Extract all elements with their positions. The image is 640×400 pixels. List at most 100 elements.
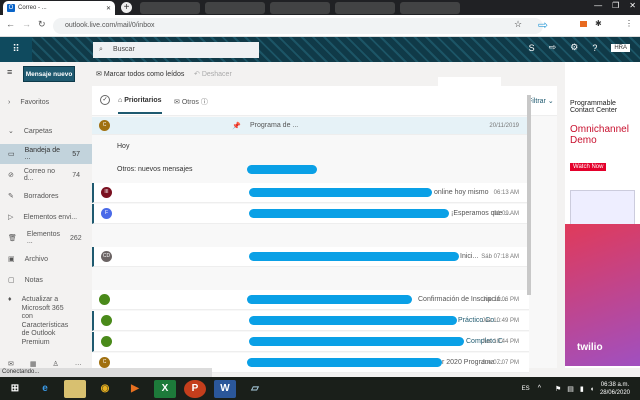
sidebar-item-drafts[interactable]: ✎ Borradores [0,186,92,206]
filter-button[interactable]: Filtrar ⌄ [528,97,554,105]
pin-icon[interactable]: 📌 [232,122,241,130]
item-label: Archivo [24,255,48,263]
minimize-icon[interactable]: — [594,1,602,10]
tab-focused[interactable]: ⌂ Prioritarios [118,97,162,114]
sidebar-item-junk[interactable]: ⊘ Correo no d... 74 [0,165,92,185]
upgrade-link[interactable]: ♦ Actualizar a Microsoft 365 con Caracter… [8,296,77,347]
back-icon[interactable]: ← [6,19,15,29]
start-icon[interactable]: ⊞ [4,380,26,398]
message-list: ✓ ⌂ Prioritarios ✉ Otros ⓘ Filtrar ⌄ C 📌… [92,86,557,373]
message-row[interactable]: Completo C Jue 10:44 PM [92,332,529,352]
star-icon[interactable]: ☆ [514,19,522,30]
browser-tab[interactable]: O Correo - ... ✕ [3,1,115,15]
other-new-messages-link[interactable]: Otros: nuevos mensajes [117,166,192,173]
send-icon: ▷ [8,214,14,221]
sidebar-item-notes[interactable]: ▢ Notas [0,270,92,290]
message-row[interactable]: CD Inici... Sáb 07:18 AM [92,247,529,267]
message-row[interactable]: III online hoy mismo 06:13 AM [92,183,529,203]
advertisement[interactable]: Programmable Contact Center Omnichannel … [565,62,640,368]
restore-icon[interactable]: ❐ [612,1,619,10]
app-launcher-icon[interactable]: ⠿ [0,37,32,62]
close-tab-icon[interactable]: ✕ [106,5,111,12]
forward-icon[interactable]: → [22,19,31,29]
message-row[interactable]: Confirmación de Inscripció... Jue 11:06 P… [92,290,529,310]
chevron-down-icon: ⌄ [8,128,14,135]
new-tab-button[interactable]: + [121,2,132,13]
message-row[interactable]: F ¡Esperamos que ... 01:09 AM [92,204,529,224]
pinned-message-row[interactable]: C 📌 Programa de ... 20/11/2019 [92,117,529,135]
skype-icon[interactable]: S [529,43,535,53]
ie-icon[interactable]: e [34,380,56,398]
calendar-icon[interactable]: ▦ [30,360,37,368]
folders-label: Carpetas [23,127,53,135]
tab-other[interactable]: ✉ Otros ⓘ [174,97,208,107]
favorites-toggle[interactable]: › Favoritos [0,92,92,112]
outlook-header: ⠿ ⌕ Buscar S ⇨ ⚙? HRA [0,37,640,62]
tray-icons[interactable]: ⚑▤▮◖ [555,385,600,393]
redaction-bar [249,188,432,197]
powerpoint-icon[interactable]: P [184,379,206,398]
redaction [438,77,501,86]
watch-now-button[interactable]: Watch Now [570,163,607,171]
item-label: Bandeja de ... [24,147,61,161]
file-explorer-icon[interactable] [64,379,86,398]
scrollbar[interactable] [527,95,531,295]
select-all-checkbox[interactable]: ✓ [100,95,110,105]
info-icon: ⓘ [200,99,208,106]
clock-date[interactable]: 28/06/2020 [600,390,630,396]
sidebar-item-archive[interactable]: ▣ Archivo [0,249,92,269]
hamburger-icon[interactable]: ≡ [7,67,12,77]
url-input[interactable]: outlook.live.com/mail/0/inbox [53,18,543,34]
message-preview: Programa de ... [250,122,299,129]
browser-tab[interactable] [205,2,265,14]
menu-icon[interactable]: ⋮ [625,19,633,28]
avatar: CD [101,251,112,262]
close-window-icon[interactable]: ✕ [629,1,636,10]
status-bar: Conectando... [0,368,212,377]
message-time: 01:09 AM [493,210,519,217]
people-icon[interactable]: ♙ [53,360,59,368]
clock-time[interactable]: 06:38 a.m. [601,382,629,388]
mark-all-read-button[interactable]: ✉ Marcar todos como leídos [96,70,184,78]
message-time: Sáb 07:18 AM [481,253,519,260]
message-row[interactable]: Práctico Co... Jue 10:49 PM [92,311,529,331]
language-indicator[interactable]: ES [522,386,530,392]
help-icon[interactable]: ? [592,43,597,53]
tray-chevron-icon[interactable]: ^ [538,385,541,392]
avatar: III [101,187,112,198]
avatar: C [99,120,110,131]
message-time: 06:13 AM [493,189,519,196]
browser-tab[interactable] [140,2,200,14]
browser-tab-bar: O Correo - ... ✕ + — ❐ ✕ [0,0,640,15]
extension-icon[interactable] [580,21,587,27]
excel-icon[interactable]: X [154,379,176,398]
browser-tab[interactable] [335,2,395,14]
more-icon[interactable]: … [75,360,82,368]
settings-icon[interactable]: ⚙ [570,42,578,53]
search-input[interactable]: ⌕ Buscar [93,42,259,58]
favorites-label: Favoritos [20,98,50,106]
message-time: Jue 10:44 PM [481,338,519,345]
media-player-icon[interactable]: ▶ [124,380,146,398]
browser-tab[interactable] [400,2,460,14]
inbox-tabs: ✓ ⌂ Prioritarios ✉ Otros ⓘ Filtrar ⌄ [92,86,557,116]
sidebar-item-deleted[interactable]: 🗑 Elementos ... 262 [0,228,92,248]
chrome-icon[interactable]: ◉ [94,380,116,398]
group-header-today: Hoy [117,143,130,150]
folders-toggle[interactable]: ⌄ Carpetas [0,121,92,141]
sidebar-item-inbox[interactable]: ▭ Bandeja de ... 57 [0,144,92,164]
redaction-bar [249,337,464,346]
undo-button[interactable]: ↶ Deshacer [194,70,232,78]
notepad-icon[interactable]: ▱ [244,380,266,398]
word-icon[interactable]: W [214,379,236,398]
item-label: Notas [24,276,43,284]
feedback-icon[interactable]: ⇨ [549,42,557,53]
new-message-button[interactable]: Mensaje nuevo [23,66,75,82]
undo-icon: ↶ [194,71,202,78]
sidebar-item-sent[interactable]: ▷ Elementos envi... [0,207,92,227]
puzzle-icon[interactable]: ✱ [595,19,602,28]
browser-tab[interactable] [270,2,330,14]
reload-icon[interactable]: ↻ [38,19,46,30]
mail-icon[interactable]: ✉ [8,360,14,368]
user-badge[interactable]: HRA [611,43,630,52]
